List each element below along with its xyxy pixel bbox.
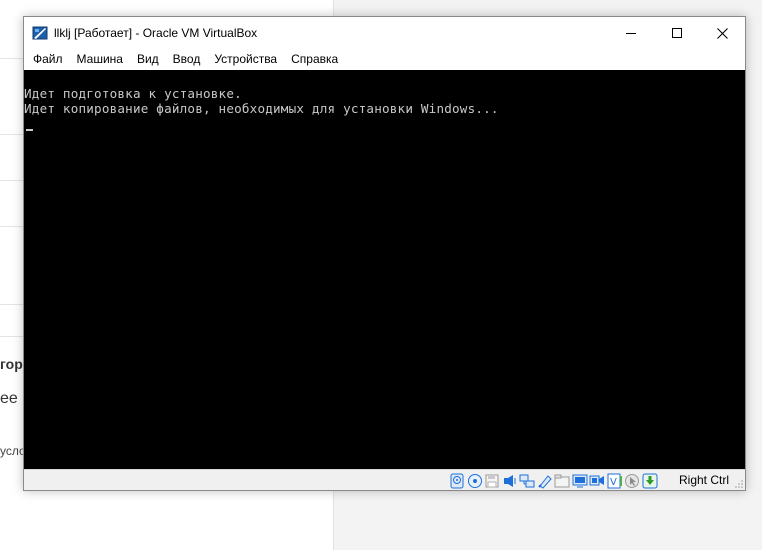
menu-machine[interactable]: Машина [70, 49, 130, 70]
keyboard-capture-icon[interactable] [642, 473, 658, 489]
close-button[interactable] [699, 17, 745, 49]
menu-view[interactable]: Вид [130, 49, 166, 70]
background-divider [0, 226, 24, 227]
network-icon[interactable] [519, 473, 535, 489]
menu-help[interactable]: Справка [284, 49, 345, 70]
window-title: llklj [Работает] - Oracle VM VirtualBox [54, 26, 258, 40]
status-icons: V [449, 472, 659, 489]
background-divider [0, 134, 24, 135]
background-divider [0, 336, 24, 337]
vm-display[interactable]: Идет подготовка к установке. Идет копиро… [24, 70, 745, 469]
usb-icon[interactable] [537, 473, 553, 489]
audio-icon[interactable] [502, 473, 518, 489]
video-capture-icon[interactable] [589, 473, 605, 489]
background-divider [0, 58, 24, 59]
background-text-fragment: ее к [0, 390, 24, 407]
maximize-icon [672, 28, 682, 38]
background-divider [0, 304, 24, 305]
text-cursor [26, 129, 33, 131]
shared-folders-icon[interactable] [554, 473, 570, 489]
minimize-button[interactable] [608, 17, 654, 49]
virtualbox-app-icon [32, 25, 48, 41]
mouse-integration-icon[interactable] [624, 473, 640, 489]
background-text-fragment: гор [0, 356, 23, 372]
menu-bar: Файл Машина Вид Ввод Устройства Справка [24, 49, 745, 70]
virtualbox-window: llklj [Работает] - Oracle VM VirtualBox … [23, 16, 746, 491]
host-key-label: Right Ctrl [679, 473, 730, 487]
console-line: Идет копирование файлов, необходимых для… [24, 101, 499, 116]
background-divider [0, 180, 24, 181]
console-line: Идет подготовка к установке. [24, 86, 242, 101]
cpu-virtualization-icon[interactable]: V [607, 473, 623, 489]
resize-grip-icon[interactable] [734, 479, 744, 489]
menu-input[interactable]: Ввод [166, 49, 208, 70]
display-icon[interactable] [572, 473, 588, 489]
background-text-fragment: усло [0, 444, 24, 458]
status-bar: V Right Ctrl [24, 469, 745, 490]
menu-devices[interactable]: Устройства [207, 49, 284, 70]
maximize-button[interactable] [654, 17, 700, 49]
title-bar[interactable]: llklj [Работает] - Oracle VM VirtualBox [24, 17, 745, 49]
menu-file[interactable]: Файл [26, 49, 70, 70]
hard-disk-icon[interactable] [449, 473, 465, 489]
floppy-icon[interactable] [484, 473, 500, 489]
minimize-icon [626, 33, 636, 34]
close-icon [716, 27, 728, 39]
optical-drive-icon[interactable] [467, 473, 483, 489]
svg-text:V: V [610, 477, 617, 488]
